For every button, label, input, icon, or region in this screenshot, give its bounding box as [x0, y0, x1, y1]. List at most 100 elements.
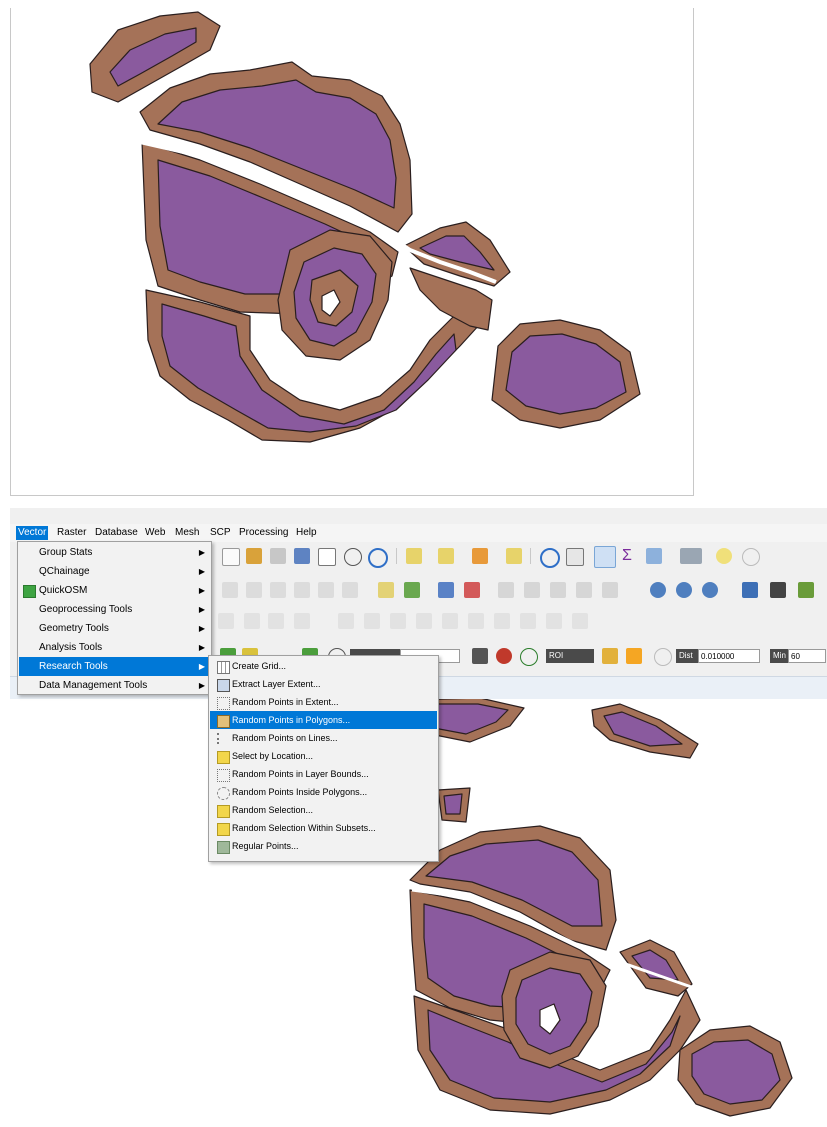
label-pin-icon[interactable]	[438, 582, 454, 598]
menu-mesh[interactable]: Mesh	[173, 526, 201, 540]
research-select-location[interactable]: Select by Location...	[210, 747, 437, 765]
menu-item-label: Research Tools	[39, 661, 108, 672]
research-regular-points[interactable]: Regular Points...	[210, 837, 437, 855]
research-random-selection[interactable]: Random Selection...	[210, 801, 437, 819]
label-change-icon[interactable]	[550, 582, 566, 598]
extend-icon[interactable]	[572, 613, 588, 629]
merge-icon[interactable]	[364, 613, 380, 629]
research-random-subsets[interactable]: Random Selection Within Subsets...	[210, 819, 437, 837]
separator	[530, 548, 531, 564]
research-random-extent[interactable]: Random Points in Extent...	[210, 693, 437, 711]
node-icon[interactable]	[244, 613, 260, 629]
research-random-lines[interactable]: Random Points on Lines...	[210, 729, 437, 747]
trim-icon[interactable]	[546, 613, 562, 629]
delete-ring-icon[interactable]	[468, 613, 484, 629]
menu-database[interactable]: Database	[93, 526, 140, 540]
rotate-icon[interactable]	[294, 613, 310, 629]
menu-processing[interactable]: Processing	[237, 526, 290, 540]
menu-raster[interactable]: Raster	[55, 526, 88, 540]
settings-icon[interactable]	[594, 546, 616, 568]
select-icon[interactable]	[246, 548, 262, 564]
copy-icon[interactable]	[270, 582, 286, 598]
scp-dist-field[interactable]: 0.010000	[698, 649, 760, 663]
vector-menu-quickosm[interactable]: QuickOSM ▶	[19, 581, 210, 600]
vector-menu-qchainage[interactable]: QChainage ▶	[19, 562, 210, 581]
menu-scp[interactable]: SCP	[208, 526, 233, 540]
menu-web[interactable]: Web	[143, 526, 167, 540]
select-location-toolbar-icon[interactable]	[506, 548, 522, 564]
scp-bar-icon[interactable]	[602, 648, 618, 664]
research-extract-extent[interactable]: Extract Layer Extent...	[210, 675, 437, 693]
vertex-icon[interactable]	[218, 613, 234, 629]
measure-line-icon[interactable]	[680, 548, 702, 564]
research-random-inside[interactable]: Random Points Inside Polygons...	[210, 783, 437, 801]
cut-icon[interactable]	[246, 582, 262, 598]
add-ring-icon[interactable]	[520, 613, 536, 629]
paste-icon[interactable]	[294, 582, 310, 598]
label-extra-icon[interactable]	[602, 582, 618, 598]
zoom-icon[interactable]	[742, 548, 760, 566]
vector-menu-geometry[interactable]: Geometry Tools ▶	[19, 619, 210, 638]
label-move-icon[interactable]	[498, 582, 514, 598]
globe-add-icon[interactable]	[676, 582, 692, 598]
python-icon[interactable]	[742, 582, 758, 598]
select-features-icon[interactable]	[406, 548, 422, 564]
vector-menu-data-management[interactable]: Data Management Tools ▶	[19, 676, 210, 695]
label-tool-icon[interactable]	[576, 582, 592, 598]
vector-menu-research[interactable]: Research Tools ▶	[19, 657, 210, 676]
binoculars-icon[interactable]	[770, 582, 786, 598]
menu-vector[interactable]: Vector	[16, 526, 49, 540]
undo-icon[interactable]	[318, 582, 334, 598]
scp-clock-icon[interactable]	[654, 648, 672, 666]
annotation-icon[interactable]	[716, 548, 732, 564]
redo-icon[interactable]	[342, 582, 358, 598]
scp-magnifier-icon[interactable]	[520, 648, 538, 666]
bookmark-icon[interactable]	[318, 548, 336, 566]
globe-icon[interactable]	[650, 582, 666, 598]
submenu-arrow-icon: ▶	[198, 586, 205, 595]
vector-menu-analysis[interactable]: Analysis Tools ▶	[19, 638, 210, 657]
deselect-features-icon[interactable]	[472, 548, 488, 564]
scp-min-field[interactable]: 60	[788, 649, 826, 663]
diagram-icon[interactable]	[404, 582, 420, 598]
scp-plus-icon[interactable]	[626, 648, 642, 664]
digitize-icon[interactable]	[222, 582, 238, 598]
scp-dropdown-icon[interactable]	[472, 648, 488, 664]
menu-item-label: Select by Location...	[232, 751, 314, 761]
select-value-icon[interactable]	[438, 548, 454, 564]
separator	[396, 548, 397, 564]
identify-features-icon[interactable]	[540, 548, 560, 568]
split-icon[interactable]	[338, 613, 354, 629]
vector-menu-geoprocessing[interactable]: Geoprocessing Tools ▶	[19, 600, 210, 619]
refresh-icon[interactable]	[368, 548, 388, 568]
plugin-icon[interactable]	[798, 582, 814, 598]
menu-help[interactable]: Help	[294, 526, 319, 540]
label-show-icon[interactable]	[464, 582, 480, 598]
research-random-bounds[interactable]: Random Points in Layer Bounds...	[210, 765, 437, 783]
submenu-arrow-icon: ▶	[198, 643, 205, 652]
offset-icon[interactable]	[416, 613, 432, 629]
attribute-table-icon[interactable]	[646, 548, 662, 564]
research-create-grid[interactable]: Create Grid...	[210, 657, 437, 675]
reshape-icon[interactable]	[390, 613, 406, 629]
clock-icon[interactable]	[344, 548, 362, 566]
scp-roi-label[interactable]: ROI	[546, 649, 594, 663]
identify-icon[interactable]	[222, 548, 240, 566]
map-canvas-top	[89, 11, 641, 443]
fill-ring-icon[interactable]	[442, 613, 458, 629]
menu-item-label: Create Grid...	[232, 661, 287, 671]
measure-icon[interactable]	[294, 548, 310, 564]
label-icon[interactable]	[378, 582, 394, 598]
scp-roi-icon[interactable]	[496, 648, 512, 664]
globe-search-icon[interactable]	[702, 582, 718, 598]
label-rotate-icon[interactable]	[524, 582, 540, 598]
sum-icon[interactable]: Σ	[622, 548, 638, 564]
research-random-polygons[interactable]: Random Points in Polygons...	[210, 711, 437, 729]
menu-item-label: Geometry Tools	[39, 623, 109, 634]
vector-menu-group-stats[interactable]: Group Stats ▶	[19, 543, 210, 562]
delete-part-icon[interactable]	[494, 613, 510, 629]
calculator-icon[interactable]	[566, 548, 584, 566]
deselect-icon[interactable]	[270, 548, 286, 564]
simplify-icon[interactable]	[268, 613, 284, 629]
toolbar-row-3	[210, 611, 610, 631]
